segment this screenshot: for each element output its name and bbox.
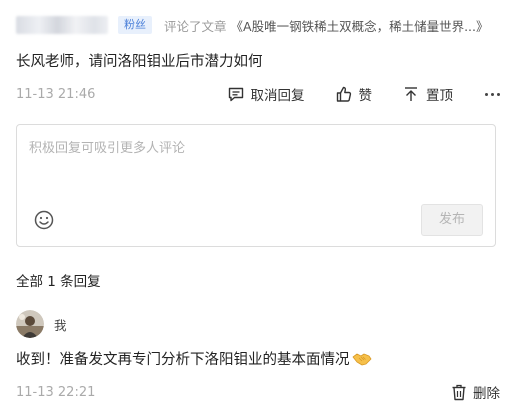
reply-author: 我 (16, 310, 67, 338)
handshake-emoji (352, 353, 371, 365)
trash-icon (452, 384, 466, 400)
article-title-text: 《A股唯一钢铁稀土双概念，稀土储量世界... (230, 18, 476, 34)
article-title-link[interactable]: 《A股唯一钢铁稀土双概念，稀土储量世界...》 (231, 16, 489, 35)
reply-text-content: 收到！准备发文再专门分析下洛阳钼业的基本面情况 (16, 352, 350, 368)
reply-author-name[interactable]: 我 (54, 315, 67, 334)
comment-actions: 取消回复 赞 置顶 (227, 84, 500, 104)
delete-label: 删除 (473, 386, 500, 402)
reply-timestamp: 11-13 22:21 (16, 384, 96, 400)
replies-count: 全部 1 条回复 (16, 274, 101, 290)
commented-on-label: 评论了文章 (164, 18, 227, 34)
pin-top-button[interactable]: 置顶 (402, 84, 453, 104)
publish-button[interactable]: 发布 (421, 204, 483, 236)
reply-input-box[interactable]: 积极回复可吸引更多人评论 发布 (16, 124, 496, 247)
comment-meta: 11-13 21:46 取消回复 赞 置顶 (16, 83, 500, 105)
comment-timestamp: 11-13 21:46 (16, 86, 96, 102)
avatar[interactable] (16, 310, 44, 338)
thumbs-up-icon (336, 86, 351, 102)
reply-text: 收到！准备发文再专门分析下洛阳钼业的基本面情况 (16, 348, 372, 369)
article-title-end: 》 (476, 18, 489, 34)
delete-button[interactable]: 删除 (451, 382, 500, 402)
cancel-reply-button[interactable]: 取消回复 (227, 84, 305, 104)
like-button[interactable]: 赞 (335, 84, 373, 104)
like-label: 赞 (358, 88, 373, 104)
comment-header: 粉丝 评论了文章 《A股唯一钢铁稀土双概念，稀土储量世界...》 (16, 14, 506, 36)
comment-text: 长风老师，请问洛阳钼业后市潜力如何 (16, 54, 263, 70)
cancel-reply-label: 取消回复 (250, 88, 305, 104)
comment-icon (228, 87, 243, 102)
more-icon[interactable] (485, 92, 500, 96)
reply-input-placeholder: 积极回复可吸引更多人评论 (29, 141, 186, 156)
blurred-username[interactable] (16, 16, 108, 34)
pin-top-icon (405, 87, 417, 101)
pin-top-label: 置顶 (426, 88, 453, 104)
reply-meta: 11-13 22:21 删除 (16, 382, 500, 402)
fans-badge: 粉丝 (118, 16, 152, 34)
emoji-icon[interactable] (33, 209, 55, 231)
